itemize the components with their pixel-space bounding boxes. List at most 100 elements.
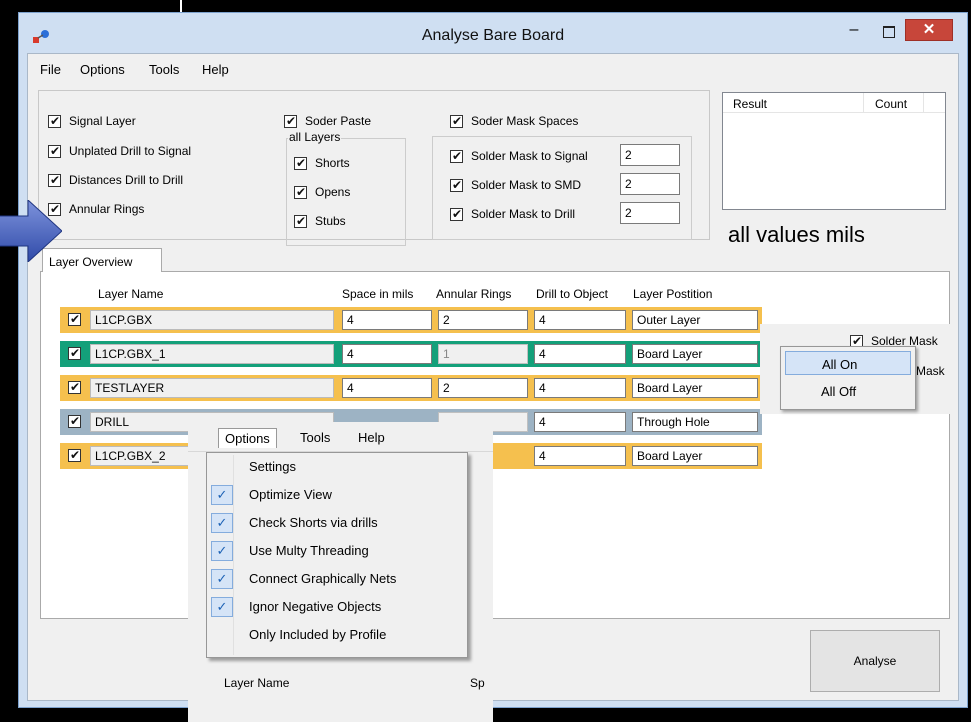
- menu-item-label: Check Shorts via drills: [249, 515, 378, 530]
- sm-drill-checkbox[interactable]: Solder Mask to Drill: [450, 207, 575, 221]
- menu-item-only-included[interactable]: Only Included by Profile: [209, 623, 465, 647]
- overlay-menu-help[interactable]: Help: [352, 428, 391, 447]
- menu-item-label: Ignor Negative Objects: [249, 599, 382, 614]
- menu-item-connect-nets[interactable]: ✓ Connect Graphically Nets: [209, 567, 465, 591]
- app-window: Analyse Bare Board – ✕ File Options Tool…: [18, 12, 968, 722]
- layer-name-field[interactable]: L1CP.GBX: [90, 310, 334, 330]
- sm-signal-checkbox[interactable]: Solder Mask to Signal: [450, 149, 588, 163]
- annular-rings-checkbox[interactable]: Annular Rings: [48, 202, 144, 216]
- drill-field[interactable]: 4: [534, 412, 626, 432]
- title-bar[interactable]: Analyse Bare Board – ✕: [19, 13, 967, 53]
- column-separator: [923, 93, 924, 113]
- checkbox-box: [48, 173, 61, 187]
- check-icon: ✓: [211, 569, 233, 589]
- mask-label: Mask: [916, 364, 945, 378]
- position-field[interactable]: Board Layer: [632, 446, 758, 466]
- checkbox-box: [450, 114, 463, 128]
- menu-options[interactable]: Options: [80, 62, 125, 77]
- checkbox-label: Solder Mask to SMD: [471, 178, 582, 192]
- checkbox-box: [294, 185, 307, 199]
- checkbox-label: Shorts: [315, 156, 350, 170]
- pointer-arrow-icon: [0, 200, 62, 262]
- menu-file[interactable]: File: [40, 62, 61, 77]
- position-field[interactable]: Board Layer: [632, 378, 758, 398]
- sm-drill-input[interactable]: 2: [620, 202, 680, 224]
- soder-paste-checkbox[interactable]: Soder Paste: [284, 114, 371, 128]
- checkbox-label: Opens: [315, 185, 351, 199]
- analyse-button[interactable]: Analyse: [810, 630, 940, 692]
- layer-name-field[interactable]: L1CP.GBX_1: [90, 344, 334, 364]
- checkbox-label: Solder Mask to Signal: [471, 149, 588, 163]
- distances-drill-checkbox[interactable]: Distances Drill to Drill: [48, 173, 183, 187]
- menu-tools[interactable]: Tools: [149, 62, 179, 77]
- col-annular: Annular Rings: [436, 287, 512, 301]
- checkbox-box: [294, 156, 307, 170]
- annular-field[interactable]: 2: [438, 310, 528, 330]
- menu-item-settings[interactable]: Settings: [209, 455, 465, 479]
- checkbox-label: Unplated Drill to Signal: [69, 144, 192, 158]
- space-field[interactable]: 4: [342, 378, 432, 398]
- menu-item-label: Connect Graphically Nets: [249, 571, 397, 586]
- ctx-all-on[interactable]: All On: [785, 351, 911, 375]
- drill-field[interactable]: 4: [534, 344, 626, 364]
- col-position: Layer Postition: [633, 287, 713, 301]
- ctx-all-off[interactable]: All Off: [785, 379, 911, 403]
- menu-item-optimize-view[interactable]: ✓ Optimize View: [209, 483, 465, 507]
- sm-smd-input[interactable]: 2: [620, 173, 680, 195]
- menu-item-multy-threading[interactable]: ✓ Use Multy Threading: [209, 539, 465, 563]
- signal-layer-checkbox[interactable]: Signal Layer: [48, 114, 136, 128]
- options-dropdown: Settings ✓ Optimize View ✓ Check Shorts vi…: [206, 452, 468, 658]
- row-checkbox[interactable]: [68, 312, 81, 326]
- maximize-icon[interactable]: [875, 23, 901, 41]
- context-menu: All On All Off: [780, 346, 916, 410]
- check-icon: ✓: [211, 513, 233, 533]
- row-checkbox[interactable]: [68, 414, 81, 428]
- position-field[interactable]: Outer Layer: [632, 310, 758, 330]
- opens-checkbox[interactable]: Opens: [294, 185, 350, 199]
- close-icon[interactable]: ✕: [905, 19, 953, 41]
- sm-smd-checkbox[interactable]: Solder Mask to SMD: [450, 178, 581, 192]
- minimize-icon[interactable]: –: [841, 22, 867, 41]
- overlay-menu-options[interactable]: Options: [218, 428, 277, 448]
- checkbox-box: [294, 214, 307, 228]
- result-list[interactable]: Result Count: [722, 92, 946, 210]
- menu-bar: File Options Tools Help: [28, 54, 958, 84]
- space-field[interactable]: 4: [342, 344, 432, 364]
- drill-field[interactable]: 4: [534, 310, 626, 330]
- row-checkbox[interactable]: [68, 346, 81, 360]
- col-layer-name: Layer Name: [98, 287, 164, 301]
- row-checkbox[interactable]: [68, 448, 81, 462]
- col-result[interactable]: Result: [733, 97, 767, 111]
- checkbox-box: [48, 144, 61, 158]
- sm-signal-input[interactable]: 2: [620, 144, 680, 166]
- soder-mask-spaces-checkbox[interactable]: Soder Mask Spaces: [450, 114, 578, 128]
- overlay-menu-tools[interactable]: Tools: [294, 428, 336, 447]
- layer-row: TESTLAYER 4 2 4 Board Layer: [60, 375, 762, 401]
- client-area: File Options Tools Help Signal Layer Unp…: [27, 53, 959, 722]
- stubs-checkbox[interactable]: Stubs: [294, 214, 346, 228]
- position-field[interactable]: Board Layer: [632, 344, 758, 364]
- layer-name-field[interactable]: TESTLAYER: [90, 378, 334, 398]
- menu-item-check-shorts[interactable]: ✓ Check Shorts via drills: [209, 511, 465, 535]
- checkbox-box: [284, 114, 297, 128]
- check-icon: ✓: [211, 597, 233, 617]
- menu-help[interactable]: Help: [202, 62, 229, 77]
- space-field[interactable]: 4: [342, 310, 432, 330]
- layer-row: L1CP.GBX_1 4 1 4 Board Layer: [60, 341, 762, 367]
- annular-field[interactable]: 2: [438, 378, 528, 398]
- menu-item-ignor-negative[interactable]: ✓ Ignor Negative Objects: [209, 595, 465, 619]
- window-title: Analyse Bare Board: [421, 27, 565, 44]
- checkbox-box: [450, 178, 463, 192]
- check-icon: ✓: [211, 541, 233, 561]
- drill-field[interactable]: 4: [534, 378, 626, 398]
- col-count[interactable]: Count: [875, 97, 907, 111]
- checkbox-box: [450, 207, 463, 221]
- menu-item-label: Use Multy Threading: [249, 543, 369, 558]
- drill-field[interactable]: 4: [534, 446, 626, 466]
- checkbox-label: Annular Rings: [69, 202, 145, 216]
- annular-field[interactable]: 1: [438, 344, 528, 364]
- position-field[interactable]: Through Hole: [632, 412, 758, 432]
- shorts-checkbox[interactable]: Shorts: [294, 156, 350, 170]
- row-checkbox[interactable]: [68, 380, 81, 394]
- unplated-drill-checkbox[interactable]: Unplated Drill to Signal: [48, 144, 191, 158]
